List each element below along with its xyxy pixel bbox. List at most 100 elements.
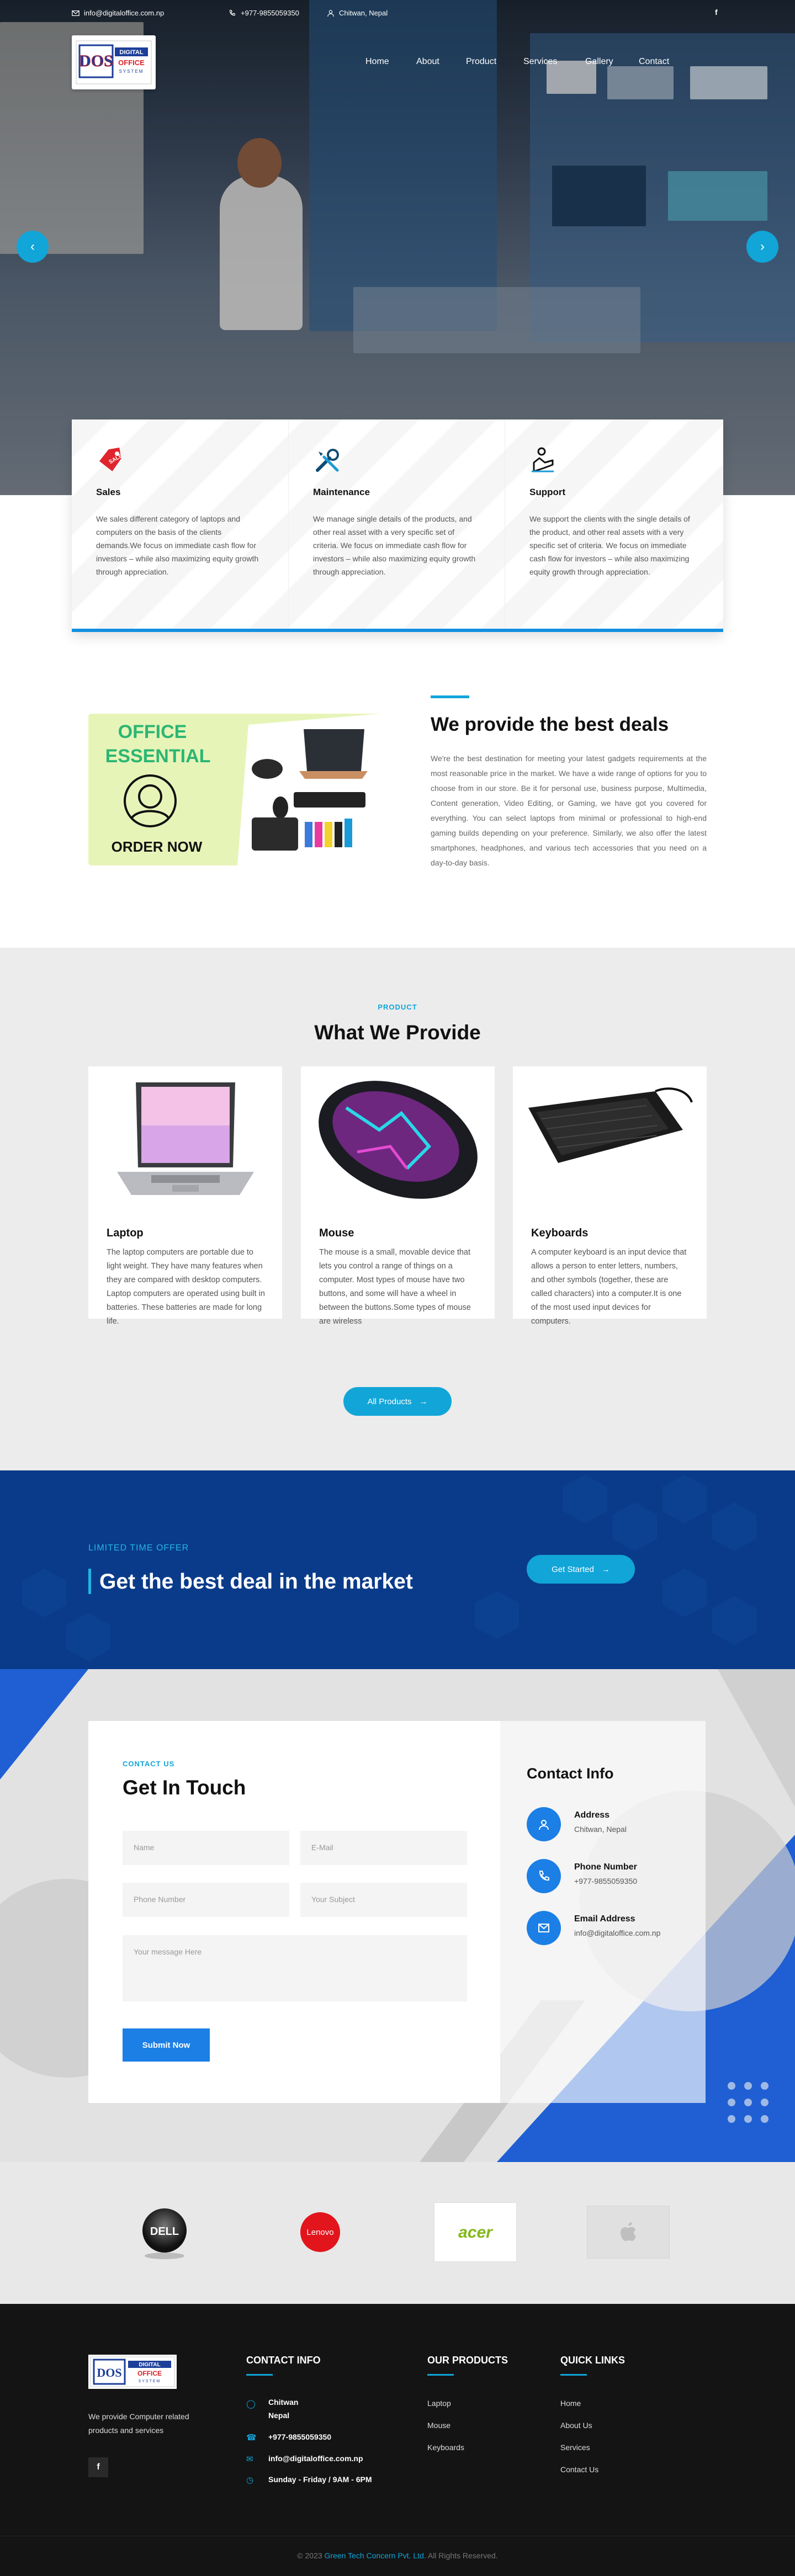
service-card-maintenance: Maintenance We manage single details of … [288,419,505,629]
footer-logo-line2: OFFICE [137,2370,162,2377]
brand-lenovo-logo[interactable]: Lenovo [279,2202,362,2262]
contact-info-heading: Contact Info [527,1765,614,1782]
footer-product-link[interactable]: Keyboards [427,2443,464,2452]
slider-prev-button[interactable]: ‹ [17,231,49,263]
footer-phone[interactable]: +977-9855059350 [268,2432,331,2441]
chevron-left-icon: ‹ [30,239,35,254]
service-title: Maintenance [313,487,370,497]
apple-icon [621,2222,636,2241]
all-products-label: All Products [367,1396,412,1406]
logo-line1: DIGITAL [119,49,143,56]
product-text: The mouse is a small, movable device tha… [319,1248,471,1326]
laptop-image [100,1075,270,1204]
topbar-phone[interactable]: +977-9855059350 [229,9,299,17]
logo-line3: SYSTEM [119,69,144,74]
logo-mark: DOS [79,52,113,70]
flexible-keyboard-image [525,1075,695,1204]
submit-button[interactable]: Submit Now [123,2028,210,2062]
support-hand-icon [532,447,554,472]
site-logo[interactable]: DOS DIGITAL OFFICE SYSTEM [72,35,156,89]
brand-apple-logo[interactable] [587,2206,670,2259]
brand-dell-logo[interactable]: DELL [123,2202,206,2262]
brand-lenovo-text: Lenovo [306,2228,333,2237]
nav-contact[interactable]: Contact [639,57,669,67]
copyright-prefix: © 2023 [297,2551,322,2560]
product-title: Keyboards [531,1227,589,1239]
footer-email[interactable]: info@digitaloffice.com.np [268,2454,363,2463]
footer-clock-icon: ◷ [246,2476,254,2485]
footer-address-line1: Chitwan [268,2398,299,2407]
copyright-company-link[interactable]: Green Tech Concern Pvt. Ltd. [325,2551,426,2560]
service-card-sales: SALE Sales We sales different category o… [72,419,288,629]
offer-kicker: LIMITED TIME OFFER [88,1543,189,1553]
product-text: A computer keyboard is an input device t… [531,1248,687,1326]
tools-icon [316,449,339,472]
email-icon [527,1911,561,1945]
footer-quick-link[interactable]: Services [560,2443,590,2452]
nav-about[interactable]: About [416,57,439,67]
service-title: Sales [96,487,121,497]
copyright-suffix: All Rights Reserved. [427,2551,498,2560]
arrow-right-icon: → [419,1396,428,1406]
service-text: We manage single details of the products… [313,514,476,576]
product-card-mouse[interactable]: Mouse The mouse is a small, movable devi… [301,1066,495,1326]
nav-gallery[interactable]: Gallery [585,57,613,67]
nav-product[interactable]: Product [466,57,496,67]
phone-icon [229,9,235,15]
brand-dell-text: DELL [150,2226,179,2238]
offer-heading: Get the best deal in the market [99,1570,413,1594]
footer-quick-link[interactable]: Home [560,2399,581,2408]
service-text: We sales different category of laptops a… [96,514,259,576]
nav-services[interactable]: Services [523,57,557,67]
footer-products-heading: OUR PRODUCTS [427,2355,508,2366]
subject-input[interactable]: Your Subject [300,1883,467,1917]
brand-logos: DELL Lenovo acer [0,2162,795,2304]
service-card-support: Support We support the clients with the … [505,419,721,629]
footer-quick-link[interactable]: Contact Us [560,2465,598,2474]
contact-info-title: Email Address [574,1914,635,1924]
topbar-email[interactable]: info@digitaloffice.com.np [72,9,164,17]
product-card-keyboards[interactable]: Keyboards A computer keyboard is an inpu… [513,1066,707,1326]
contact-info-email[interactable]: Email Address info@digitaloffice.com.np [527,1911,703,1950]
product-text: The laptop computers are portable due to… [107,1248,265,1326]
offer-banner: LIMITED TIME OFFER Get the best deal in … [0,1470,795,1669]
all-products-button[interactable]: All Products → [343,1387,452,1416]
footer-quick-link[interactable]: About Us [560,2421,592,2430]
top-bar: info@digitaloffice.com.np +977-985505935… [0,0,795,26]
phone-icon [527,1859,561,1893]
contact-form-box: CONTACT US Get In Touch Name E-Mail Phon… [88,1721,500,2103]
footer-email-icon: ✉ [246,2455,253,2464]
facebook-icon[interactable]: f [715,8,718,17]
footer-heading-underline [560,2374,587,2376]
brand-acer-text: acer [458,2223,494,2242]
get-started-button[interactable]: Get Started → [527,1555,635,1584]
email-input[interactable]: E-Mail [300,1831,467,1865]
arrow-right-icon: → [601,1564,610,1574]
brand-acer-logo[interactable]: acer [434,2202,517,2262]
chevron-right-icon: › [760,239,765,254]
footer-product-link[interactable]: Mouse [427,2421,451,2430]
user-location-icon [327,9,334,17]
copyright: © 2023 Green Tech Concern Pvt. Ltd. All … [0,2551,795,2560]
phone-input[interactable]: Phone Number [123,1883,289,1917]
nav-home[interactable]: Home [365,57,389,67]
offer-accent-bar [88,1569,91,1594]
office-essential-promo-image: OFFICE ESSENTIAL ORDER NOW [88,714,381,865]
product-card-laptop[interactable]: Laptop The laptop computers are portable… [88,1066,282,1326]
message-textarea[interactable]: Your message Here [123,1935,467,2001]
deals-description: We're the best destination for meeting y… [431,754,707,867]
service-title: Support [529,487,566,497]
contact-info-value: +977-9855059350 [574,1877,638,1885]
name-input[interactable]: Name [123,1831,289,1865]
contact-info-title: Address [574,1810,610,1820]
footer-facebook-icon[interactable]: f [88,2457,108,2477]
slider-next-button[interactable]: › [746,231,778,263]
contact-info-phone[interactable]: Phone Number +977-9855059350 [527,1859,703,1898]
footer-contact-heading: CONTACT INFO [246,2355,321,2366]
footer-logo[interactable]: DOS DIGITAL OFFICE SYSTEM [88,2355,177,2389]
footer-product-link[interactable]: Laptop [427,2399,451,2408]
topbar-email-text: info@digitaloffice.com.np [84,9,165,17]
footer-heading-underline [246,2374,273,2376]
footer-phone-icon: ☎ [246,2433,257,2442]
products-heading: What We Provide [314,1021,481,1044]
